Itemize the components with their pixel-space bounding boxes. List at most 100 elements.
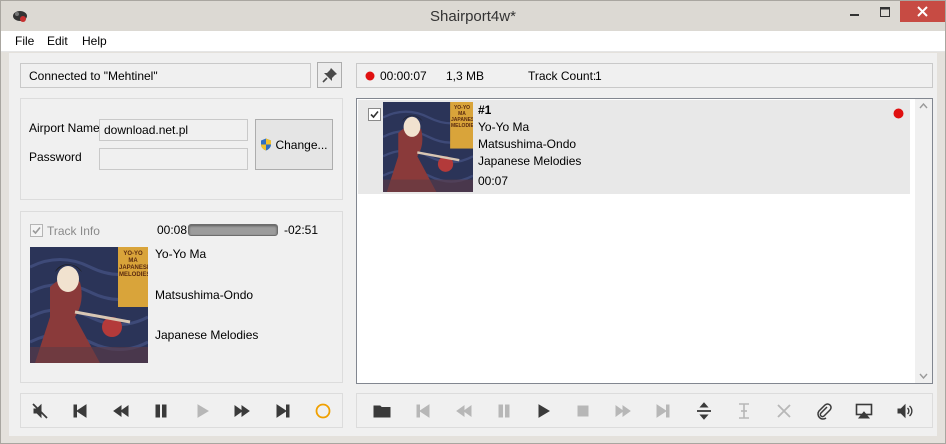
- open-folder-button[interactable]: [369, 398, 395, 424]
- recording-duration: 00:07: [478, 174, 509, 188]
- track-info-checkbox[interactable]: [30, 224, 43, 237]
- fast-forward-icon: [615, 405, 631, 417]
- previous-track-button[interactable]: [67, 398, 93, 424]
- album-art-caption-line: JAPANESE: [119, 265, 148, 271]
- record-ring-icon: [315, 403, 331, 419]
- album-art-caption-line: MELODIES: [451, 123, 473, 129]
- airport-name-label: Airport Name: [29, 121, 100, 135]
- airport-name-field[interactable]: download.net.pl: [99, 119, 248, 141]
- minimize-icon: [850, 13, 859, 16]
- split-button[interactable]: [691, 398, 717, 424]
- maximize-button[interactable]: [869, 1, 901, 22]
- record-toggle-button[interactable]: [310, 398, 336, 424]
- track-count-label: Track Count:: [528, 69, 597, 83]
- airport-settings-panel: Airport Name download.net.pl Password Ch…: [20, 98, 343, 200]
- track-count-value: 1: [595, 69, 602, 83]
- close-button[interactable]: [900, 1, 945, 22]
- album-art-caption-line: YO-YO MA: [453, 105, 471, 117]
- fast-forward-button[interactable]: [229, 398, 255, 424]
- check-icon: [32, 226, 41, 235]
- now-playing-artist: Yo-Yo Ma: [155, 247, 207, 261]
- recording-time: 00:00:07: [380, 69, 427, 83]
- folder-icon: [373, 405, 391, 418]
- recording-title: Matsushima-Ondo: [478, 137, 577, 151]
- fast-forward-icon: [234, 405, 250, 417]
- list-fast-forward-button[interactable]: [610, 398, 636, 424]
- album-art: YO-YO MA JAPANESE MELODIES: [30, 247, 148, 363]
- scroll-down-icon[interactable]: [919, 373, 928, 379]
- airport-name-value: download.net.pl: [104, 123, 189, 137]
- scroll-up-icon[interactable]: [919, 103, 928, 109]
- split-icon: [697, 402, 711, 420]
- delete-button[interactable]: [771, 398, 797, 424]
- elapsed-time: 00:08: [157, 223, 188, 237]
- recording-status-bar: 00:00:07 1,3 MB Track Count: 1: [356, 63, 933, 88]
- track-info-label: Track Info: [47, 224, 100, 238]
- window-title: Shairport4w*: [430, 8, 516, 25]
- paperclip-icon: [817, 403, 832, 420]
- rewind-icon: [113, 405, 129, 417]
- speaker-icon: [897, 403, 913, 419]
- connection-status-text: Connected to "Mehtinel": [29, 69, 158, 83]
- airplay-icon: [855, 403, 873, 419]
- client-area: Connected to "Mehtinel" Airport Name dow…: [9, 53, 937, 436]
- recording-artist: Yo-Yo Ma: [478, 120, 530, 134]
- maximize-icon: [880, 6, 890, 17]
- play-button[interactable]: [189, 398, 215, 424]
- album-art-caption: YO-YO MA JAPANESE MELODIES: [119, 251, 148, 279]
- recording-album: Japanese Melodies: [478, 154, 582, 168]
- album-art-caption-line: MELODIES: [119, 272, 148, 278]
- now-playing-title: Matsushima-Ondo: [155, 288, 254, 302]
- menu-edit[interactable]: Edit: [47, 34, 68, 48]
- album-art-caption-line: YO-YO MA: [123, 251, 143, 264]
- recording-active-icon: [893, 108, 904, 119]
- list-scrollbar[interactable]: [915, 99, 932, 383]
- password-label: Password: [29, 150, 82, 164]
- list-stop-button[interactable]: [570, 398, 596, 424]
- menu-file[interactable]: File: [15, 34, 34, 48]
- airplay-button[interactable]: [851, 398, 877, 424]
- file-size: 1,3 MB: [446, 69, 485, 83]
- close-icon: [917, 6, 928, 17]
- pin-button[interactable]: [317, 62, 342, 88]
- list-previous-button[interactable]: [410, 398, 436, 424]
- pause-icon: [498, 404, 510, 418]
- trim-icon: [739, 403, 749, 419]
- rewind-icon: [456, 405, 472, 417]
- list-pause-button[interactable]: [491, 398, 517, 424]
- pause-button[interactable]: [148, 398, 174, 424]
- rewind-button[interactable]: [108, 398, 134, 424]
- list-rewind-button[interactable]: [451, 398, 477, 424]
- change-button-label: Change...: [275, 137, 328, 152]
- skip-back-icon: [416, 404, 430, 418]
- recording-item-checkbox[interactable]: [368, 108, 381, 121]
- record-indicator-icon: [365, 71, 375, 81]
- mute-button[interactable]: [27, 398, 53, 424]
- pause-icon: [155, 404, 167, 418]
- minimize-button[interactable]: [839, 1, 871, 22]
- shield-icon: [261, 138, 272, 151]
- recordings-list[interactable]: YO-YO MA JAPANESE MELODIES #1 Yo-Yo Ma M…: [356, 98, 933, 384]
- change-button[interactable]: Change...: [255, 119, 333, 170]
- menu-help[interactable]: Help: [82, 34, 107, 48]
- play-icon: [538, 404, 550, 418]
- skip-back-icon: [73, 404, 87, 418]
- connection-status: Connected to "Mehtinel": [20, 63, 311, 88]
- mute-icon: [32, 403, 48, 419]
- trim-button[interactable]: [731, 398, 757, 424]
- skip-forward-icon: [276, 404, 290, 418]
- playback-progress-bar[interactable]: [188, 224, 278, 236]
- attach-button[interactable]: [811, 398, 837, 424]
- list-play-button[interactable]: [530, 398, 556, 424]
- password-field[interactable]: [99, 148, 248, 170]
- next-track-button[interactable]: [270, 398, 296, 424]
- pin-icon: [321, 68, 337, 83]
- delete-icon: [777, 404, 791, 418]
- skip-forward-icon: [656, 404, 670, 418]
- volume-button[interactable]: [892, 398, 918, 424]
- recording-item[interactable]: YO-YO MA JAPANESE MELODIES #1 Yo-Yo Ma M…: [358, 100, 910, 194]
- list-next-button[interactable]: [650, 398, 676, 424]
- title-bar: Shairport4w*: [1, 1, 945, 31]
- recordings-toolbar: [356, 393, 933, 428]
- now-playing-album: Japanese Melodies: [155, 328, 259, 342]
